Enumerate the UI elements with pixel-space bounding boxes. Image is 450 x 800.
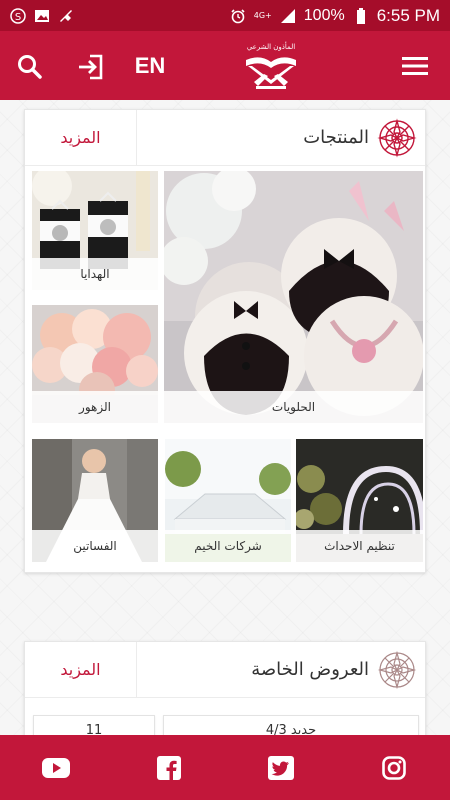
mandala-ornament-icon [377,650,417,689]
products-card-header: المزيد المنتجات [25,109,425,166]
s-app-icon: S [10,7,26,24]
tile-caption: الهدايا [32,258,158,290]
tile-caption: الفساتين [32,530,158,562]
hamburger-menu-icon[interactable] [398,51,432,81]
product-tile-flowers[interactable]: الزهور [32,305,158,423]
quran-stand-logo-icon [246,56,296,89]
network-type: 4G+ [253,10,272,20]
product-tile-sweets[interactable]: الحلويات [164,171,423,423]
main-content: المزيد المنتجات الحلويات الهدايا الزهور … [0,100,450,751]
products-card: المزيد المنتجات الحلويات الهدايا الزهور … [24,109,426,573]
sweets-image [164,171,423,423]
facebook-icon[interactable] [153,752,185,784]
alarm-icon [230,8,246,24]
offers-card-header: المزيد العروض الخاصة [25,641,425,698]
svg-text:S: S [15,12,21,23]
signal-icon [280,8,296,24]
tile-caption: الحلويات [164,391,423,423]
twitter-icon[interactable] [265,752,297,784]
logo-text: المأذون الشرعي [246,42,296,51]
bottom-social-bar [0,735,450,800]
product-tile-events[interactable]: تنظيم الاحداث [296,439,423,562]
instagram-icon[interactable] [378,752,410,784]
tile-caption: شركات الخيم [165,530,291,562]
login-icon[interactable] [74,51,106,83]
youtube-icon[interactable] [40,752,72,784]
image-icon [34,8,50,24]
mandala-ornament-icon [377,117,417,158]
mute-icon [58,8,74,24]
battery-icon [353,7,369,24]
search-icon[interactable] [14,51,46,83]
products-title: المنتجات [303,127,369,148]
tile-caption: الزهور [32,391,158,423]
language-toggle-button[interactable]: EN [128,49,172,83]
status-bar: S 4G+ 100% 6:55 PM [0,0,450,31]
product-tile-gifts[interactable]: الهدايا [32,171,158,290]
app-logo[interactable]: المأذون الشرعي [240,41,302,93]
app-header: EN المأذون الشرعي [0,31,450,100]
product-tile-tents[interactable]: شركات الخيم [165,439,291,562]
battery-percent: 100% [303,6,345,24]
offers-more-link[interactable]: المزيد [25,641,137,698]
tile-caption: تنظيم الاحداث [296,530,423,562]
offers-title: العروض الخاصة [251,659,369,680]
clock-time: 6:55 PM [376,5,440,25]
product-tile-dresses[interactable]: الفساتين [32,439,158,562]
products-more-link[interactable]: المزيد [25,109,137,166]
